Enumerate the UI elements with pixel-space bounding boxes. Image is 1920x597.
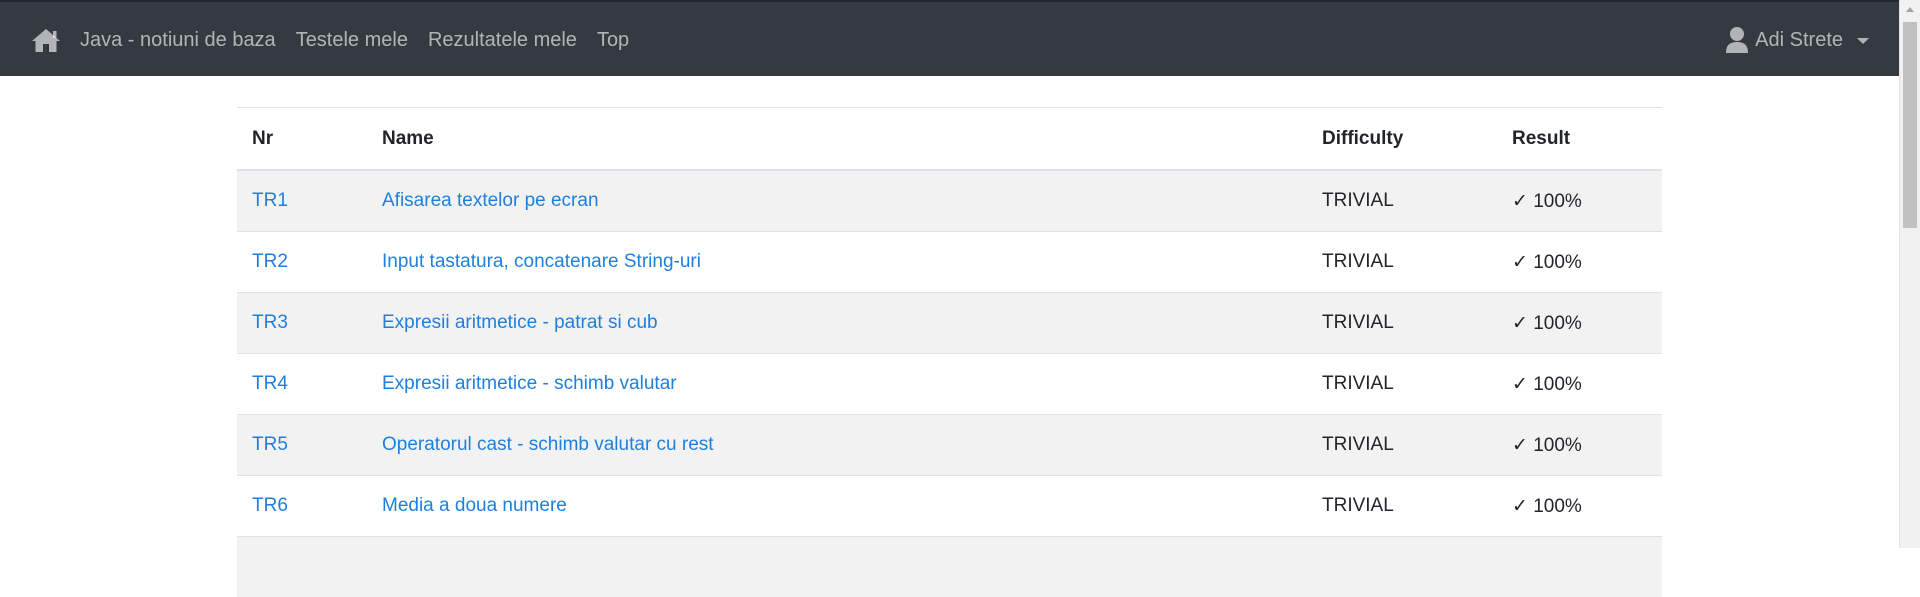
table-row: TR2 Input tastatura, concatenare String-… xyxy=(237,232,1662,293)
test-id-link[interactable]: TR4 xyxy=(252,373,288,394)
test-name-link[interactable]: Afisarea textelor pe ecran xyxy=(382,190,599,211)
table-row: TR3 Expresii aritmetice - patrat si cub … xyxy=(237,293,1662,354)
table-row xyxy=(237,537,1662,597)
tests-table-container: Nr Name Difficulty Result TR1 Afisarea t… xyxy=(237,107,1662,597)
difficulty-cell: TRIVIAL xyxy=(1307,415,1497,476)
test-name-link[interactable]: Expresii aritmetice - schimb valutar xyxy=(382,373,677,394)
scrollbar-thumb[interactable] xyxy=(1903,22,1917,228)
difficulty-cell: TRIVIAL xyxy=(1307,354,1497,415)
table-row: TR4 Expresii aritmetice - schimb valutar… xyxy=(237,354,1662,415)
user-icon xyxy=(1725,26,1749,54)
result-cell: ✓ 100% xyxy=(1497,293,1662,354)
vertical-scrollbar[interactable] xyxy=(1899,0,1920,548)
test-name-link[interactable]: Operatorul cast - schimb valutar cu rest xyxy=(382,434,714,455)
test-id-link[interactable]: TR6 xyxy=(252,495,288,516)
test-id-link[interactable]: TR2 xyxy=(252,251,288,272)
result-cell: ✓ 100% xyxy=(1497,232,1662,293)
nav-link-my-results[interactable]: Rezultatele mele xyxy=(428,29,577,52)
home-icon[interactable] xyxy=(30,27,62,53)
nav-link-my-tests[interactable]: Testele mele xyxy=(296,29,408,52)
nav-link-java-basics[interactable]: Java - notiuni de baza xyxy=(80,29,276,52)
header-name: Name xyxy=(367,108,1307,171)
header-result: Result xyxy=(1497,108,1662,171)
tests-table: Nr Name Difficulty Result TR1 Afisarea t… xyxy=(237,107,1662,597)
difficulty-cell: TRIVIAL xyxy=(1307,170,1497,232)
test-name-link[interactable]: Media a doua numere xyxy=(382,495,567,516)
result-cell: ✓ 100% xyxy=(1497,170,1662,232)
test-id-link[interactable]: TR1 xyxy=(252,190,288,211)
header-difficulty: Difficulty xyxy=(1307,108,1497,171)
difficulty-cell: TRIVIAL xyxy=(1307,232,1497,293)
table-row: TR5 Operatorul cast - schimb valutar cu … xyxy=(237,415,1662,476)
test-id-link[interactable]: TR3 xyxy=(252,312,288,333)
nav-link-top[interactable]: Top xyxy=(597,29,629,52)
scroll-up-icon[interactable] xyxy=(1906,7,1914,12)
table-row: TR1 Afisarea textelor pe ecran TRIVIAL ✓… xyxy=(237,170,1662,232)
table-header-row: Nr Name Difficulty Result xyxy=(237,108,1662,171)
result-cell: ✓ 100% xyxy=(1497,415,1662,476)
test-name-link[interactable]: Expresii aritmetice - patrat si cub xyxy=(382,312,658,333)
nav-links: Java - notiuni de baza Testele mele Rezu… xyxy=(80,2,649,78)
test-id-link[interactable]: TR5 xyxy=(252,434,288,455)
user-name: Adi Strete xyxy=(1755,29,1843,52)
result-cell: ✓ 100% xyxy=(1497,476,1662,537)
chevron-down-icon xyxy=(1857,38,1869,44)
table-row: TR6 Media a doua numere TRIVIAL ✓ 100% xyxy=(237,476,1662,537)
user-menu-dropdown[interactable]: Adi Strete xyxy=(1725,2,1869,78)
difficulty-cell: TRIVIAL xyxy=(1307,293,1497,354)
header-nr: Nr xyxy=(237,108,367,171)
difficulty-cell: TRIVIAL xyxy=(1307,476,1497,537)
result-cell: ✓ 100% xyxy=(1497,354,1662,415)
top-navbar: Java - notiuni de baza Testele mele Rezu… xyxy=(0,0,1899,76)
test-name-link[interactable]: Input tastatura, concatenare String-uri xyxy=(382,251,701,272)
